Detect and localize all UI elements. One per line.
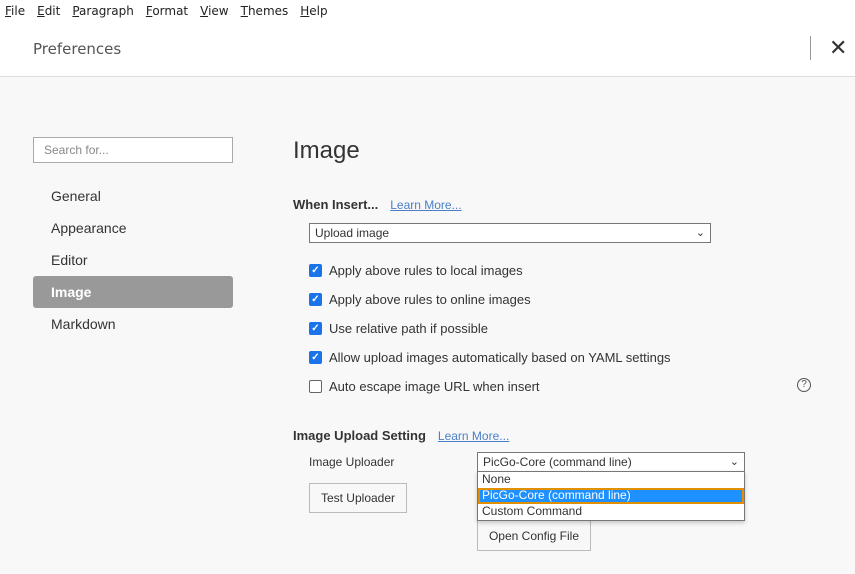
header: Preferences ✕ xyxy=(0,22,855,77)
sidebar-item-general[interactable]: General xyxy=(33,180,233,212)
sidebar-nav: General Appearance Editor Image Markdown xyxy=(33,180,233,340)
checkbox-yaml-upload[interactable]: ✓ Allow upload images automatically based… xyxy=(309,350,671,365)
sidebar-item-image[interactable]: Image xyxy=(33,276,233,308)
menu-format[interactable]: Format xyxy=(146,0,188,22)
when-insert-label: When Insert... xyxy=(293,197,379,212)
select-value: PicGo-Core (command line) xyxy=(483,455,632,469)
when-insert-select[interactable]: Upload image ⌄ xyxy=(309,223,711,243)
checkbox-label: Use relative path if possible xyxy=(329,321,488,336)
upload-setting-label: Image Upload Setting xyxy=(293,428,426,443)
upload-setting-heading: Image Upload Setting Learn More... xyxy=(293,428,509,443)
learn-more-link[interactable]: Learn More... xyxy=(438,429,509,443)
select-value: Upload image xyxy=(315,226,390,240)
menu-help[interactable]: Help xyxy=(300,0,327,22)
test-uploader-button[interactable]: Test Uploader xyxy=(309,483,407,513)
checkbox-checked-icon[interactable]: ✓ xyxy=(309,293,322,306)
checkbox-checked-icon[interactable]: ✓ xyxy=(309,351,322,364)
menu-themes[interactable]: Themes xyxy=(241,0,289,22)
checkbox-checked-icon[interactable]: ✓ xyxy=(309,322,322,335)
menu-view[interactable]: View xyxy=(200,0,228,22)
menu-paragraph[interactable]: Paragraph xyxy=(72,0,133,22)
checkbox-checked-icon[interactable]: ✓ xyxy=(309,264,322,277)
uploader-label: Image Uploader xyxy=(309,455,395,469)
option-custom-command[interactable]: Custom Command xyxy=(478,504,744,520)
checkbox-label: Apply above rules to online images xyxy=(329,292,531,307)
when-insert-heading: When Insert... Learn More... xyxy=(293,197,462,212)
checkbox-relative-path[interactable]: ✓ Use relative path if possible xyxy=(309,321,488,336)
close-icon[interactable]: ✕ xyxy=(829,34,847,62)
checkbox-unchecked-icon[interactable] xyxy=(309,380,322,393)
checkbox-label: Auto escape image URL when insert xyxy=(329,379,540,394)
divider xyxy=(810,36,811,60)
sidebar-item-appearance[interactable]: Appearance xyxy=(33,212,233,244)
option-picgo-core[interactable]: PicGo-Core (command line) xyxy=(478,488,744,504)
checkbox-online-images[interactable]: ✓ Apply above rules to online images xyxy=(309,292,531,307)
menu-edit[interactable]: Edit xyxy=(37,0,60,22)
open-config-button[interactable]: Open Config File xyxy=(477,520,591,551)
chevron-down-icon: ⌄ xyxy=(695,227,705,239)
search-input[interactable] xyxy=(33,137,233,163)
checkbox-label: Allow upload images automatically based … xyxy=(329,350,671,365)
menu-bar: File Edit Paragraph Format View Themes H… xyxy=(0,0,855,22)
uploader-select[interactable]: PicGo-Core (command line) ⌄ xyxy=(477,452,745,472)
menu-file[interactable]: File xyxy=(5,0,25,22)
sidebar-item-editor[interactable]: Editor xyxy=(33,244,233,276)
learn-more-link[interactable]: Learn More... xyxy=(390,198,461,212)
page-title: Preferences xyxy=(33,40,122,58)
chevron-down-icon: ⌄ xyxy=(729,456,739,468)
section-title: Image xyxy=(293,137,360,164)
checkbox-escape-url[interactable]: Auto escape image URL when insert xyxy=(309,379,540,394)
checkbox-label: Apply above rules to local images xyxy=(329,263,523,278)
checkbox-local-images[interactable]: ✓ Apply above rules to local images xyxy=(309,263,523,278)
sidebar-item-markdown[interactable]: Markdown xyxy=(33,308,233,340)
option-none[interactable]: None xyxy=(478,472,744,488)
uploader-dropdown: None PicGo-Core (command line) Custom Co… xyxy=(477,471,745,521)
help-icon[interactable]: ? xyxy=(797,378,811,392)
